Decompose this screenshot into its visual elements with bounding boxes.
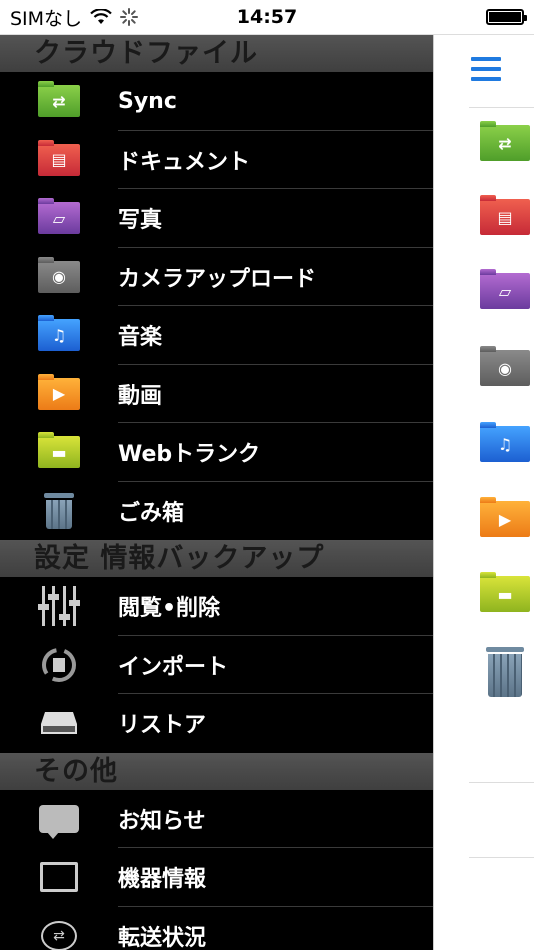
section-header-cloud-files: クラウドファイル (0, 35, 433, 72)
side-menu: クラウドファイル ⇄ Sync ▤ ドキュメント ▱ 写真 ◉ カメラアップロー… (0, 35, 433, 950)
document-folder-icon: ▤ (38, 139, 80, 176)
menu-item-photos[interactable]: ▱ 写真 (0, 189, 433, 248)
trash-icon[interactable] (486, 647, 524, 697)
music-folder-icon[interactable]: ♫ (480, 422, 530, 462)
video-folder-icon: ▶ (38, 373, 80, 410)
carrier-label: SIMなし (10, 7, 83, 30)
menu-item-import[interactable]: インポート (0, 636, 433, 694)
main-content-peek: ⇄ ▤ ▱ ◉ ♫ ▶ ▬ (433, 35, 534, 950)
message-icon (39, 804, 79, 839)
battery-icon (486, 9, 527, 25)
menu-item-label: ごみ箱 (118, 500, 185, 526)
monitor-icon (40, 862, 78, 893)
sync-folder-icon[interactable]: ⇄ (480, 121, 530, 161)
webtrunk-folder-icon[interactable]: ▬ (480, 572, 530, 612)
menu-item-webtrunk[interactable]: ▬ Webトランク (0, 423, 433, 482)
menu-item-label: お知らせ (118, 808, 206, 834)
menu-item-trash[interactable]: ごみ箱 (0, 482, 433, 541)
camera-folder-icon[interactable]: ◉ (480, 346, 530, 386)
menu-item-label: 機器情報 (118, 867, 207, 893)
menu-item-label: Webトランク (118, 442, 261, 468)
menu-item-device-info[interactable]: 機器情報 (0, 848, 433, 907)
menu-item-documents[interactable]: ▤ ドキュメント (0, 131, 433, 189)
photo-folder-icon: ▱ (38, 198, 80, 235)
menu-item-music[interactable]: ♫ 音楽 (0, 306, 433, 365)
menu-item-transfer-status[interactable]: ⇄ 転送状況 (0, 907, 433, 950)
menu-item-label: リストア (118, 713, 207, 739)
transfer-icon: ⇄ (41, 920, 77, 950)
document-folder-icon[interactable]: ▤ (480, 195, 530, 235)
section-header-other: その他 (0, 752, 433, 790)
sync-folder-icon: ⇄ (38, 81, 80, 118)
menu-item-label: インポート (118, 654, 229, 680)
menu-item-video[interactable]: ▶ 動画 (0, 365, 433, 423)
menu-item-restore[interactable]: リストア (0, 694, 433, 753)
menu-item-label: 動画 (118, 383, 163, 409)
drive-icon (41, 712, 77, 735)
menu-item-label: ドキュメント (118, 149, 251, 175)
menu-item-notices[interactable]: お知らせ (0, 790, 433, 848)
camera-folder-icon: ◉ (38, 256, 80, 293)
menu-item-sync[interactable]: ⇄ Sync (0, 72, 433, 131)
menu-item-label: 閲覧•削除 (118, 596, 221, 622)
menu-item-label: 音楽 (118, 325, 163, 351)
photo-folder-icon[interactable]: ▱ (480, 269, 530, 309)
hamburger-icon[interactable] (471, 57, 501, 81)
trash-icon (44, 492, 74, 529)
menu-item-camera-upload[interactable]: ◉ カメラアップロード (0, 248, 433, 306)
sliders-icon (37, 586, 81, 627)
wifi-icon (90, 9, 112, 24)
menu-item-label: 写真 (118, 208, 163, 234)
import-icon (42, 647, 76, 682)
music-folder-icon: ♫ (38, 315, 80, 352)
section-header-settings-backup: 設定 情報バックアップ (0, 540, 433, 577)
menu-item-browse-delete[interactable]: 閲覧•削除 (0, 577, 433, 636)
menu-item-label: カメラアップロード (118, 266, 317, 292)
menu-item-label: Sync (118, 88, 177, 114)
video-folder-icon[interactable]: ▶ (480, 497, 530, 537)
activity-spinner-icon (120, 8, 139, 26)
menu-item-label: 転送状況 (118, 925, 207, 950)
webtrunk-folder-icon: ▬ (38, 432, 80, 469)
status-bar: SIMなし 14:57 (0, 0, 534, 35)
